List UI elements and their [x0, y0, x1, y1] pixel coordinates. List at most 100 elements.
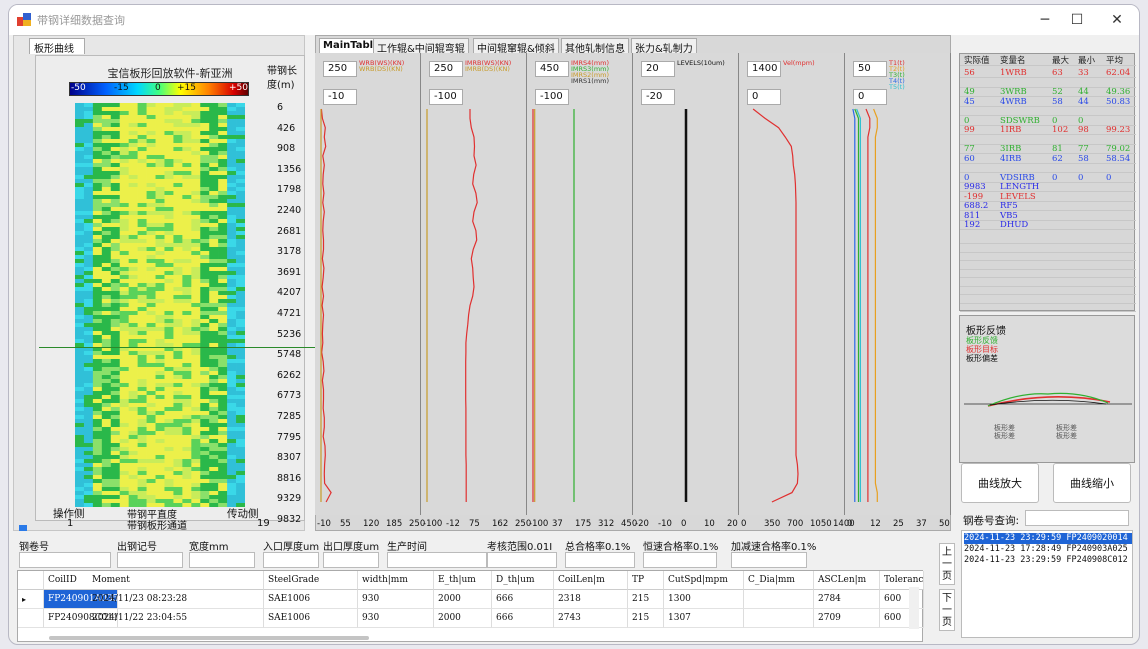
values-cell: 49 — [964, 87, 975, 97]
values-cell: VDSIRB — [1000, 172, 1035, 183]
app-icon — [17, 13, 31, 26]
grid-header[interactable]: TP — [628, 571, 664, 590]
filter-input[interactable] — [487, 552, 557, 568]
filter-label: 出口厚度um — [323, 542, 380, 553]
coil-query-label: 钢卷号查询: — [963, 515, 1020, 527]
profile-label: 板形差 — [1056, 432, 1077, 440]
grid-header[interactable]: C_Dia|mm — [744, 571, 814, 590]
zoom-out-button[interactable]: 曲线缩小 — [1053, 463, 1131, 503]
grid-cell[interactable]: 930 — [358, 609, 434, 628]
coil-list-item[interactable]: 2024-11-23 23:29:59 FP240908C012 — [964, 555, 1132, 566]
coil-list-item-selected[interactable]: 2024-11-23 23:29:59 FP2409020014 — [964, 533, 1132, 544]
grid-cell[interactable]: 2024/11/23 08:23:28 — [88, 590, 264, 609]
grid-cell[interactable]: 215 — [628, 590, 664, 609]
grid-header[interactable]: SteelGrade — [264, 571, 358, 590]
grid-hscrollbar[interactable] — [49, 636, 369, 640]
series-line — [865, 108, 871, 502]
values-row: 49 3WRB 52 44 49.36 — [960, 87, 1136, 97]
coil-list[interactable]: 2024-11-23 23:29:59 FP2409020014 2024-11… — [961, 530, 1133, 638]
grid-cell[interactable]: 2000 — [434, 590, 492, 609]
filter-input[interactable] — [643, 552, 717, 568]
grid-header[interactable]: CutSpd|mpm — [664, 571, 744, 590]
filter-input[interactable] — [731, 552, 807, 568]
values-cell: 98 — [1078, 125, 1089, 135]
filter-label: 考核范围0.01I — [487, 542, 553, 553]
values-cell: 58 — [1078, 153, 1089, 164]
length-tick: 4721 — [277, 308, 302, 319]
x-tick: 312 — [598, 519, 615, 529]
values-cell: 99 — [964, 125, 975, 135]
page-up-button[interactable]: 上一页 — [939, 543, 955, 585]
values-cell: 0 — [964, 172, 970, 183]
x-tick: -10 — [317, 519, 331, 529]
values-cell: 3WRB — [1000, 87, 1027, 97]
length-tick: 6262 — [277, 369, 302, 381]
length-tick: 426 — [277, 122, 296, 134]
grid-header[interactable]: D_th|um — [492, 571, 554, 590]
legend-tick: -50 — [71, 83, 86, 93]
grid-cell[interactable]: 666 — [492, 590, 554, 609]
grid-cell[interactable]: SAE1006 — [264, 590, 358, 609]
flatness-heatmap — [75, 103, 245, 507]
zoom-in-button[interactable]: 曲线放大 — [961, 463, 1039, 503]
grid-cell[interactable]: 1300 — [664, 590, 744, 609]
coil-list-item[interactable]: 2024-11-23 17:28:49 FP240903A025 — [964, 544, 1132, 555]
values-row: 99 1IRB 102 98 99.23 — [960, 125, 1136, 135]
values-cell: 52 — [1052, 87, 1063, 97]
coil-query-input[interactable] — [1025, 510, 1129, 526]
page-up-label: 上一页 — [942, 547, 952, 582]
trend-plot — [320, 108, 332, 503]
grid-cell[interactable]: 1307 — [664, 609, 744, 628]
x-tick: 0 — [681, 519, 687, 529]
maximize-button[interactable]: ☐ — [1067, 11, 1087, 29]
trend-plot — [684, 109, 688, 502]
filter-input[interactable] — [189, 552, 255, 568]
profile-curve — [964, 392, 1132, 407]
grid-vscrollbar[interactable] — [909, 587, 919, 629]
minimize-button[interactable]: ─ — [1035, 11, 1055, 29]
length-tick: 3691 — [277, 266, 302, 278]
grid-header[interactable]: Moment — [88, 571, 264, 590]
profile-legend-feedback: 板形反馈 — [966, 336, 998, 345]
series-line — [752, 108, 799, 503]
scroll-marker[interactable] — [19, 525, 27, 531]
filter-input[interactable] — [323, 552, 379, 568]
grid-cell[interactable] — [744, 590, 814, 609]
values-cell: 0 — [1078, 172, 1084, 183]
grid-cell[interactable]: 2743 — [554, 609, 628, 628]
x-tick: 162 — [492, 519, 509, 529]
values-row: 60 4IRB 62 58 58.54 — [960, 154, 1136, 164]
values-row — [960, 78, 1136, 88]
length-tick: 1356 — [277, 163, 302, 175]
grid-cell[interactable]: 666 — [492, 609, 554, 628]
values-row: 688.2 RF5 — [960, 201, 1136, 211]
filter-input[interactable] — [565, 552, 635, 568]
grid-cell[interactable]: 2784 — [814, 590, 880, 609]
grid-cell[interactable]: 215 — [628, 609, 664, 628]
grid-cell[interactable]: 2318 — [554, 590, 628, 609]
grid-cell[interactable]: 930 — [358, 590, 434, 609]
grid-cell[interactable]: 2024/11/22 23:04:55 — [88, 609, 264, 628]
grid-header[interactable]: ASCLen|m — [814, 571, 880, 590]
tab-flatness-curve[interactable]: 板形曲线 — [29, 38, 85, 55]
page-down-button[interactable]: 下一页 — [939, 589, 955, 631]
filter-label: 恒速合格率0.1% — [643, 542, 719, 553]
grid-cell[interactable]: SAE1006 — [264, 609, 358, 628]
profile-label: 板形差 — [994, 432, 1015, 440]
x-tick: 10 — [704, 519, 715, 529]
filter-input[interactable] — [117, 552, 183, 568]
grid-cell[interactable]: 2709 — [814, 609, 880, 628]
filter-input[interactable] — [387, 552, 487, 568]
row-marker — [18, 609, 44, 628]
grid-cell[interactable] — [744, 609, 814, 628]
grid-header[interactable]: E_th|um — [434, 571, 492, 590]
grid-header[interactable]: CoilLen|m — [554, 571, 628, 590]
filter-input[interactable] — [263, 552, 319, 568]
values-cell: 77 — [964, 144, 975, 154]
values-cell: -199 — [964, 191, 984, 202]
close-button[interactable]: ✕ — [1107, 11, 1127, 29]
trend-plot — [426, 109, 478, 502]
grid-header[interactable]: width|mm — [358, 571, 434, 590]
filter-input[interactable] — [19, 552, 111, 568]
grid-cell[interactable]: 2000 — [434, 609, 492, 628]
